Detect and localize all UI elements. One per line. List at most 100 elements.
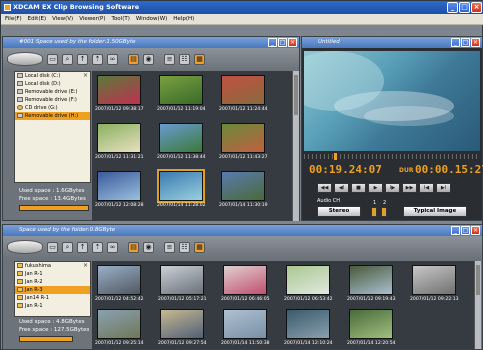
folder-icon xyxy=(17,287,23,292)
audio-ch1-toggle[interactable] xyxy=(371,207,377,217)
transport-button[interactable]: ◀I xyxy=(334,183,349,193)
tree-item[interactable]: fukushima xyxy=(15,262,90,270)
tree-item[interactable]: Jan R-1 xyxy=(15,302,90,310)
menu-item[interactable]: Viewer(P) xyxy=(79,14,105,24)
clip-image xyxy=(160,265,204,295)
player-minimize-button[interactable]: _ xyxy=(451,38,460,47)
scroll-thumb[interactable] xyxy=(294,75,298,115)
tree-item[interactable]: Removable drive (H:) xyxy=(15,112,90,120)
audio-ch2-toggle[interactable] xyxy=(381,207,387,217)
folder-icon xyxy=(17,303,23,308)
transport-button[interactable]: ■ xyxy=(351,183,366,193)
tree-item[interactable]: CD drive (G:) xyxy=(15,104,90,112)
drive-icon[interactable] xyxy=(7,240,43,254)
used-space: Used space : 4.8GBytes xyxy=(19,319,85,325)
top-panel-titlebar: #001 Space used by the folder:1.50GByte … xyxy=(3,37,299,48)
clip-timestamp: 2007/01/14 11:28:02 xyxy=(157,203,206,208)
clip-timestamp: 2007/01/12 11:31:21 xyxy=(95,155,144,160)
top-space-info: Used space : 1.6GBytes Free space : 13.4… xyxy=(19,187,86,203)
folder-icon xyxy=(17,271,23,276)
clip-timestamp: 2007/01/14 12:20:54 xyxy=(347,341,396,346)
maximize-button[interactable]: □ xyxy=(459,2,470,13)
camera-icon[interactable]: ◉ xyxy=(143,53,154,65)
bottom-panel-close-button[interactable]: × xyxy=(471,226,480,235)
top-panel-minimize-button[interactable]: _ xyxy=(268,38,277,47)
transport-button[interactable]: ◀◀ xyxy=(317,183,332,193)
tree-item[interactable]: Removable drive (E:) xyxy=(15,88,90,96)
transport-button[interactable]: I◀ xyxy=(419,183,434,193)
search-icon[interactable]: ⌕ xyxy=(62,241,73,253)
list-view-icon[interactable]: ≡ xyxy=(164,241,175,253)
menu-item[interactable]: Help(H) xyxy=(173,14,194,24)
clip-timestamp: 2007/01/12 05:17:21 xyxy=(158,297,207,302)
menu-item[interactable]: File(F) xyxy=(5,14,22,24)
link-icon[interactable]: ∞ xyxy=(107,241,118,253)
app-title: XDCAM EX Clip Browsing Software xyxy=(13,3,140,11)
detail-view-icon[interactable]: ☷ xyxy=(179,53,190,65)
transport-controls: ◀◀ ◀I ■ ▶ I▶ ▶▶ I◀ ▶I xyxy=(317,183,451,193)
up-arrow-icon[interactable]: ↑ xyxy=(77,241,88,253)
tree-item[interactable]: Jan14 R-1 xyxy=(15,294,90,302)
clip-icon[interactable]: ▤ xyxy=(128,53,139,65)
top-browser-panel: #001 Space used by the folder:1.50GByte … xyxy=(2,36,300,221)
copy-icon[interactable]: ⇡ xyxy=(92,53,103,65)
clip-timestamp: 2007/01/12 11:43:27 xyxy=(219,155,268,160)
copy-icon[interactable]: ⇡ xyxy=(92,241,103,253)
bottom-folder-tree: × fukushima Jan R-1 Jan R-2 Jan R-3 Jan14 R-… xyxy=(14,261,91,317)
bottom-panel-minimize-button[interactable]: _ xyxy=(451,226,460,235)
camera-icon[interactable]: ◉ xyxy=(143,241,154,253)
tree-item-label: Jan14 R-1 xyxy=(25,295,49,301)
menu-item[interactable]: Tool(T) xyxy=(112,14,130,24)
clip-icon[interactable]: ▤ xyxy=(128,241,139,253)
drive-icon xyxy=(17,81,23,86)
tree-item[interactable]: Jan R-1 xyxy=(15,270,90,278)
tree-item-label: Removable drive (H:) xyxy=(25,113,79,119)
menu-item[interactable]: View(V) xyxy=(52,14,73,24)
thumbnail-view-icon[interactable]: ▦ xyxy=(194,53,205,65)
clip-image xyxy=(223,265,267,295)
bottom-grid-scrollbar[interactable] xyxy=(474,261,481,349)
tree-item-label: Local disk (D:) xyxy=(25,81,61,87)
clip-timestamp: 2007/01/14 12:10:24 xyxy=(284,341,333,346)
tree-item[interactable]: Removable drive (F:) xyxy=(15,96,90,104)
clip-image xyxy=(223,309,267,339)
folder-icon[interactable]: ▭ xyxy=(47,53,58,65)
playhead[interactable] xyxy=(334,153,337,160)
thumbnail-view-icon[interactable]: ▦ xyxy=(194,241,205,253)
clip-image xyxy=(349,309,393,339)
detail-view-icon[interactable]: ☷ xyxy=(179,241,190,253)
tree-item[interactable]: Local disk (C:) xyxy=(15,72,90,80)
scroll-thumb[interactable] xyxy=(476,265,480,295)
top-panel-maximize-button[interactable]: □ xyxy=(278,38,287,47)
transport-button[interactable]: ▶I xyxy=(436,183,451,193)
transport-button[interactable]: ▶ xyxy=(368,183,383,193)
minimize-button[interactable]: _ xyxy=(447,2,458,13)
tree-item[interactable]: Local disk (D:) xyxy=(15,80,90,88)
search-icon[interactable]: ⌕ xyxy=(62,53,73,65)
menu-item[interactable]: Edit(E) xyxy=(28,14,46,24)
clip-timestamp: 2007/01/12 12:08:28 xyxy=(95,203,144,208)
menu-item[interactable]: Window(W) xyxy=(136,14,167,24)
folder-icon[interactable]: ▭ xyxy=(47,241,58,253)
bottom-panel-maximize-button[interactable]: □ xyxy=(461,226,470,235)
player-maximize-button[interactable]: □ xyxy=(461,38,470,47)
top-panel-toolbar: ▭ ⌕ ↑ ⇡ ∞ ▤ ◉ ≡ ☷ ▦ xyxy=(3,48,299,70)
clip-timestamp: 2007/01/14 11:30:19 xyxy=(219,203,268,208)
timeline-scrubber[interactable] xyxy=(304,153,480,160)
transport-button[interactable]: ▶▶ xyxy=(402,183,417,193)
top-panel-close-button[interactable]: × xyxy=(288,38,297,47)
clip-image xyxy=(221,171,265,201)
typical-image-button[interactable]: Typical Image xyxy=(403,206,467,217)
stereo-button[interactable]: Stereo xyxy=(317,206,361,217)
up-arrow-icon[interactable]: ↑ xyxy=(77,53,88,65)
top-grid-scrollbar[interactable] xyxy=(292,71,299,221)
list-view-icon[interactable]: ≡ xyxy=(164,53,175,65)
close-button[interactable]: × xyxy=(471,2,482,13)
player-close-button[interactable]: × xyxy=(471,38,480,47)
drive-icon xyxy=(17,113,23,118)
drive-icon[interactable] xyxy=(7,52,43,66)
tree-item[interactable]: Jan R-2 xyxy=(15,278,90,286)
link-icon[interactable]: ∞ xyxy=(107,53,118,65)
transport-button[interactable]: I▶ xyxy=(385,183,400,193)
tree-item[interactable]: Jan R-3 xyxy=(15,286,90,294)
